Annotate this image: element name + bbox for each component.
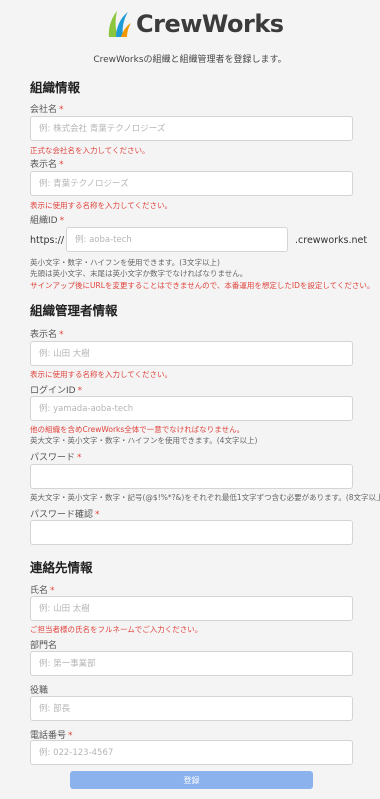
password-input[interactable] xyxy=(30,464,353,489)
org-id-input[interactable] xyxy=(66,227,288,252)
section-title-admin: 組織管理者情報 xyxy=(30,303,118,318)
org-id-prefix: https:// xyxy=(30,235,65,246)
admin-display-name-label: 表示名 * xyxy=(30,330,64,340)
required-mark: * xyxy=(50,586,55,596)
signup-page: CrewWorks CrewWorksの組織と組織管理者を登録します。 組織情報… xyxy=(0,0,380,799)
section-title-organization: 組織情報 xyxy=(30,80,81,95)
org-display-name-label: 表示名 * xyxy=(30,160,64,170)
full-name-input[interactable] xyxy=(30,596,353,621)
company-name-label: 会社名 * xyxy=(30,105,64,115)
crewworks-logo-icon xyxy=(108,11,131,37)
org-id-hint-format: 先頭は英小文字、末尾は英小文字か数字でなければなりません。 xyxy=(30,269,248,278)
company-name-input[interactable] xyxy=(30,116,353,141)
crewworks-logo: CrewWorks xyxy=(106,6,284,42)
phone-input[interactable] xyxy=(30,740,353,765)
password-confirm-label: パスワード確認 * xyxy=(30,510,100,520)
org-id-hint-chars: 英小文字・数字・ハイフンを使用できます。(3文字以上) xyxy=(30,258,220,267)
org-display-name-input[interactable] xyxy=(30,171,353,196)
password-hint: 英大文字・英小文字・数字・記号(@$!%*?&)をそれぞれ最低1文字ずつ含む必要… xyxy=(30,493,380,502)
position-input[interactable] xyxy=(30,696,353,721)
logo-text: CrewWorks xyxy=(136,10,284,38)
intro-text: CrewWorksの組織と組織管理者を登録します。 xyxy=(93,55,287,65)
password-label: パスワード * xyxy=(30,453,82,463)
required-mark: * xyxy=(77,453,82,463)
required-mark: * xyxy=(59,105,64,115)
login-id-hint: 英大文字・英小文字・数字・ハイフンを使用できます。(4文字以上) xyxy=(30,436,258,445)
full-name-label: 氏名 * xyxy=(30,586,55,596)
login-id-input[interactable] xyxy=(30,396,353,421)
org-id-warning: サインアップ後にURLを変更することはできませんので、本番運用を想定したIDを設… xyxy=(30,281,375,290)
department-label: 部門名 xyxy=(30,641,58,651)
register-button[interactable]: 登録 xyxy=(70,771,313,789)
company-name-error: 正式な会社名を入力してください。 xyxy=(30,146,150,155)
required-mark: * xyxy=(59,160,64,170)
section-title-contact: 連絡先情報 xyxy=(30,560,93,575)
required-mark: * xyxy=(59,216,65,226)
position-label: 役職 xyxy=(30,686,49,696)
org-display-name-error: 表示に使用する名称を入力してください。 xyxy=(30,201,173,210)
required-mark: * xyxy=(95,510,100,520)
required-mark: * xyxy=(59,330,64,340)
admin-display-name-error: 表示に使用する名称を入力してください。 xyxy=(30,370,173,379)
admin-display-name-input[interactable] xyxy=(30,341,353,366)
login-id-error: 他の組織を含めCrewWorks全体で一意でなければなりません。 xyxy=(30,425,245,434)
login-id-label: ログインID * xyxy=(30,386,83,396)
password-confirm-input[interactable] xyxy=(30,520,353,545)
org-id-suffix: .crewworks.net xyxy=(295,235,368,246)
full-name-error: ご担当者様の氏名をフルネームでご入力ください。 xyxy=(30,625,203,634)
required-mark: * xyxy=(77,386,83,396)
org-id-label: 組織ID * xyxy=(30,216,65,226)
department-input[interactable] xyxy=(30,651,353,676)
